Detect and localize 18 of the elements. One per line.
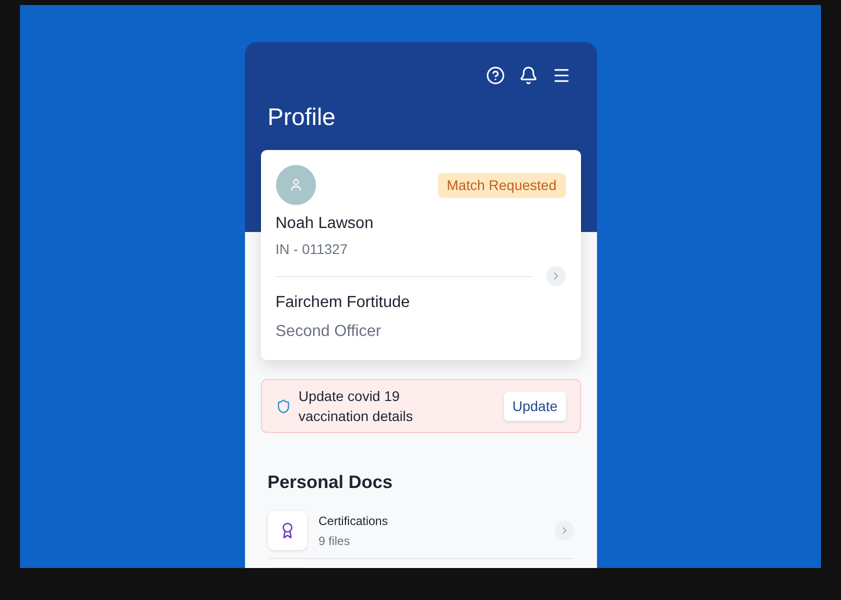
profile-card[interactable]: Match Requested Noah Lawson IN - 011327 Fairchem Fortitude Second Officer: [260, 150, 580, 360]
page-title: Profile: [268, 103, 337, 133]
rank: Second Officer: [276, 322, 382, 342]
document-subtitle: 9 files: [318, 532, 351, 550]
document-row[interactable]: Certifications 9 files: [268, 511, 574, 559]
help-icon[interactable]: [486, 66, 504, 85]
alert-message: Update covid 19 vaccination details: [298, 387, 414, 426]
document-title: Certifications: [318, 512, 388, 530]
shield-icon: [276, 398, 290, 414]
person-name: Noah Lawson: [276, 214, 374, 234]
vessel-name: Fairchem Fortitude: [276, 293, 411, 313]
section-title: Personal Docs: [268, 471, 394, 494]
menu-icon[interactable]: [552, 66, 570, 85]
id-number: IN - 011327: [276, 240, 349, 259]
user-icon: [288, 178, 302, 192]
update-button[interactable]: Update: [504, 392, 566, 420]
notification-bell-icon[interactable]: [518, 66, 538, 85]
status-badge: Match Requested: [438, 172, 566, 198]
